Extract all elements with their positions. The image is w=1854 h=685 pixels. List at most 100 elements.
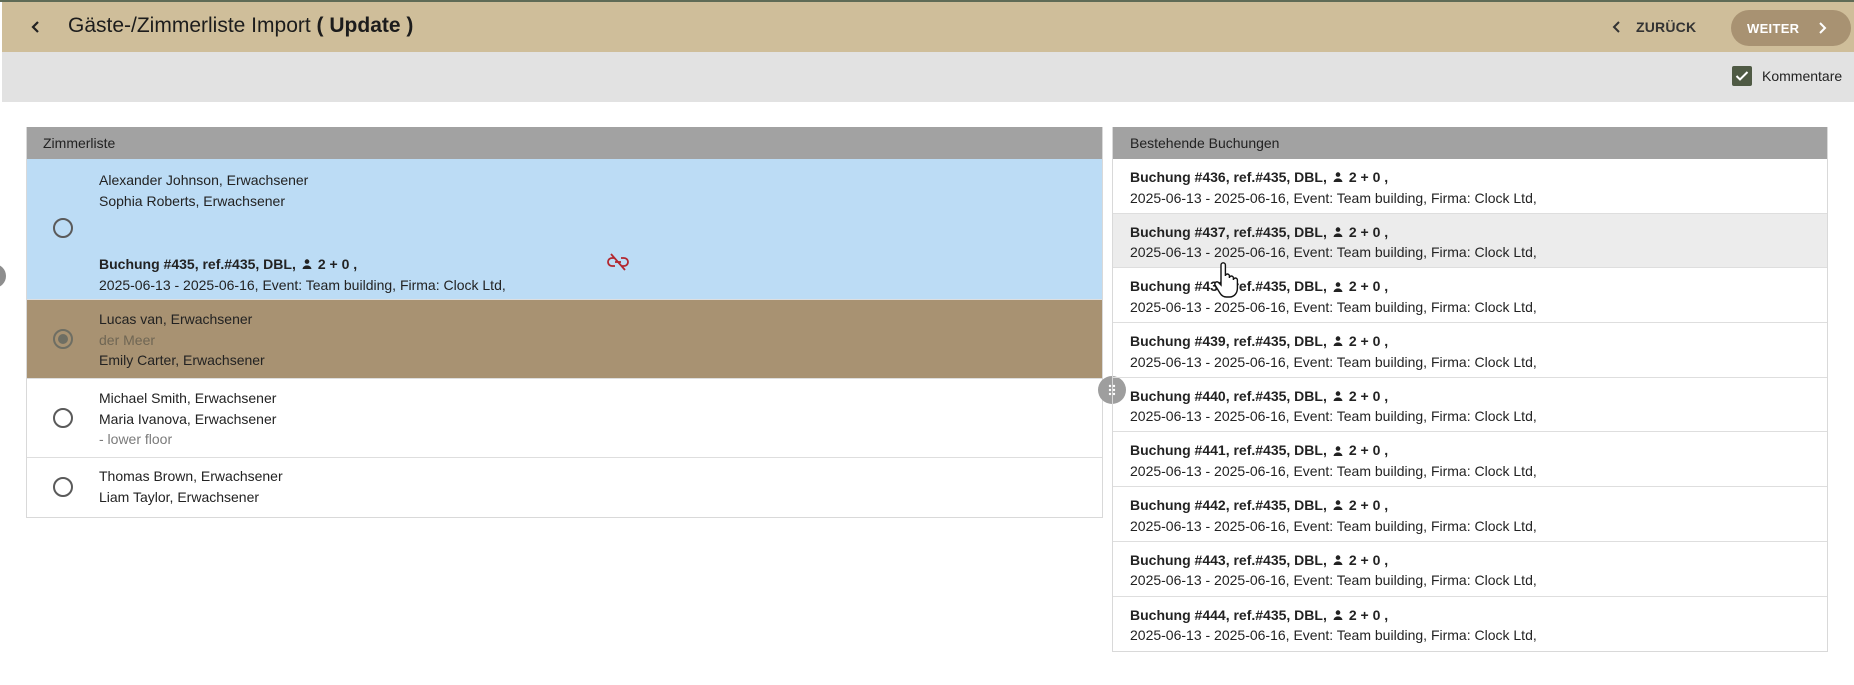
booking-title: Buchung #441, ref.#435, DBL, — [1130, 442, 1327, 459]
booking-details: 2025-06-13 - 2025-06-16, Event: Team bui… — [1130, 189, 1537, 206]
booking-pax: 2 + 0 , — [1348, 497, 1389, 514]
room-guests: Michael Smith, Erwachsener Maria Ivanova… — [27, 379, 1102, 450]
booking-row-title: Buchung #438, ref.#435, DBL, 2 + 0 , — [1130, 276, 1827, 297]
person-icon — [1333, 281, 1343, 292]
booking-row-title: Buchung #440, ref.#435, DBL, 2 + 0 , — [1130, 386, 1827, 407]
booking-row[interactable]: Buchung #439, ref.#435, DBL, 2 + 0 , 2025-… — [1113, 323, 1827, 378]
guest-name-continuation: der Meer — [99, 331, 156, 348]
booking-title: Buchung #437, ref.#435, DBL, — [1130, 223, 1327, 240]
guest-name: Maria Ivanova, Erwachsener — [99, 410, 277, 427]
back-button-label: ZURÜCK — [1636, 19, 1697, 35]
booking-pax: 2 + 0 , — [1348, 551, 1389, 568]
booking-title: Buchung #440, ref.#435, DBL, — [1130, 387, 1327, 404]
booking-pax: 2 + 0 , — [1348, 606, 1389, 623]
room-radio[interactable] — [53, 408, 73, 428]
back-button[interactable]: ZURÜCK — [1612, 14, 1696, 40]
booking-details: 2025-06-13 - 2025-06-16, Event: Team bui… — [99, 276, 506, 293]
page-title: Gäste-/Zimmerliste Import ( Update ) — [68, 14, 413, 38]
booking-pax: 2 + 0 , — [1348, 387, 1389, 404]
bookings-panel: Bestehende Buchungen Buchung #436, ref.#… — [1112, 127, 1828, 653]
booking-row[interactable]: Buchung #444, ref.#435, DBL, 2 + 0 , 2025-… — [1113, 597, 1827, 652]
page-title-text: Gäste-/Zimmerliste Import — [68, 14, 311, 37]
room-row[interactable]: Michael Smith, Erwachsener Maria Ivanova… — [27, 379, 1102, 458]
room-comment: - lower floor — [99, 431, 173, 447]
guest-name: Alexander Johnson, Erwachsener — [99, 172, 309, 188]
booking-details: 2025-06-13 - 2025-06-16, Event: Team bui… — [1130, 572, 1537, 589]
booking-row-title: Buchung #442, ref.#435, DBL, 2 + 0 , — [1130, 495, 1827, 516]
guest-name: Thomas Brown, Erwachsener — [99, 468, 283, 484]
guest-name: Liam Taylor, Erwachsener — [99, 488, 260, 505]
booking-details: 2025-06-13 - 2025-06-16, Event: Team bui… — [1130, 517, 1537, 534]
room-radio[interactable] — [53, 218, 73, 238]
booking-row-title: Buchung #443, ref.#435, DBL, 2 + 0 , — [1130, 550, 1827, 571]
room-guests: Thomas Brown, Erwachsener Liam Taylor, E… — [27, 458, 1102, 507]
booking-row-title: Buchung #441, ref.#435, DBL, 2 + 0 , — [1130, 440, 1827, 461]
guest-name: Michael Smith, Erwachsener — [99, 390, 277, 406]
booking-title: Buchung #435, ref.#435, DBL, — [99, 256, 296, 272]
comments-checkbox[interactable] — [1732, 66, 1752, 86]
person-icon — [1333, 610, 1343, 620]
side-tab-handle[interactable] — [0, 264, 6, 288]
room-radio-checked[interactable] — [53, 329, 73, 349]
bookings-header: Bestehende Buchungen — [1113, 127, 1827, 159]
room-list-header: Zimmerliste — [27, 127, 1102, 159]
booking-pax: 2 + 0 , — [1348, 278, 1389, 295]
checkmark-icon — [1735, 71, 1749, 81]
guest-name: Sophia Roberts, Erwachsener — [99, 192, 285, 209]
comments-label: Kommentare — [1762, 68, 1843, 84]
booking-row[interactable]: Buchung #440, ref.#435, DBL, 2 + 0 , 2025-… — [1113, 378, 1827, 433]
booking-row-title: Buchung #436, ref.#435, DBL, 2 + 0 , — [1130, 167, 1827, 188]
booking-pax: 2 + 0 , — [1348, 169, 1389, 185]
room-list-panel: Zimmerliste Alexander Johnson, Erwachsen… — [26, 127, 1103, 518]
app-header: Gäste-/Zimmerliste Import ( Update ) ZUR… — [2, 2, 1854, 52]
booking-row-title: Buchung #444, ref.#435, DBL, 2 + 0 , — [1130, 605, 1827, 626]
person-icon — [1333, 500, 1343, 511]
person-icon — [1333, 172, 1343, 183]
booking-row-title: Buchung #437, ref.#435, DBL, 2 + 0 , — [1130, 222, 1827, 243]
room-row-linked[interactable]: Alexander Johnson, Erwachsener Sophia Ro… — [27, 159, 1102, 300]
booking-row[interactable]: Buchung #438, ref.#435, DBL, 2 + 0 , 2025-… — [1113, 268, 1827, 324]
booking-title: Buchung #439, ref.#435, DBL, — [1130, 333, 1327, 350]
booking-title: Buchung #443, ref.#435, DBL, — [1130, 551, 1327, 568]
room-row[interactable]: Thomas Brown, Erwachsener Liam Taylor, E… — [27, 458, 1102, 517]
link-off-icon — [607, 253, 629, 271]
chevron-left-icon — [31, 21, 39, 33]
booking-row-title: Buchung #439, ref.#435, DBL, 2 + 0 , — [1130, 331, 1827, 352]
bookings-list: Buchung #436, ref.#435, DBL, 2 + 0 , 2025-… — [1113, 159, 1827, 651]
room-radio[interactable] — [53, 477, 73, 497]
booking-pax: 2 + 0 , — [1348, 223, 1389, 240]
booking-row[interactable]: Buchung #443, ref.#435, DBL, 2 + 0 , 2025-… — [1113, 542, 1827, 597]
room-guests: Lucas van, Erwachsener der Meer Emily Ca… — [27, 300, 1102, 371]
booking-title: Buchung #444, ref.#435, DBL, — [1130, 606, 1327, 623]
booking-details: 2025-06-13 - 2025-06-16, Event: Team bui… — [1130, 244, 1537, 261]
booking-title: Buchung #438, ref.#435, DBL, — [1130, 278, 1327, 295]
chevron-left-icon — [1612, 21, 1620, 33]
comments-toggle[interactable]: Kommentare — [1732, 66, 1842, 86]
booking-details: 2025-06-13 - 2025-06-16, Event: Team bui… — [1130, 353, 1537, 370]
booking-title: Buchung #436, ref.#435, DBL, — [1130, 169, 1327, 185]
chevron-right-icon — [1819, 22, 1827, 34]
next-button-label: WEITER — [1747, 20, 1800, 36]
person-icon — [302, 259, 312, 270]
unlink-button[interactable] — [607, 253, 629, 276]
guest-name: Lucas van, Erwachsener — [99, 311, 253, 327]
booking-row[interactable]: Buchung #442, ref.#435, DBL, 2 + 0 , 2025-… — [1113, 487, 1827, 542]
booking-row[interactable]: Buchung #436, ref.#435, DBL, 2 + 0 , 2025-… — [1113, 159, 1827, 214]
person-icon — [1333, 555, 1343, 566]
booking-details: 2025-06-13 - 2025-06-16, Event: Team bui… — [1130, 408, 1537, 425]
linked-booking: Buchung #435, ref.#435, DBL, 2 + 0 , 202… — [99, 254, 506, 295]
next-button[interactable]: WEITER — [1731, 10, 1851, 46]
page-title-mode: ( Update ) — [316, 14, 414, 37]
booking-details: 2025-06-13 - 2025-06-16, Event: Team bui… — [1130, 627, 1537, 643]
booking-details: 2025-06-13 - 2025-06-16, Event: Team bui… — [1130, 462, 1537, 479]
header-back-button[interactable] — [24, 15, 48, 39]
guest-name: Emily Carter, Erwachsener — [99, 352, 265, 368]
booking-details: 2025-06-13 - 2025-06-16, Event: Team bui… — [1130, 298, 1537, 315]
booking-row[interactable]: Buchung #437, ref.#435, DBL, 2 + 0 , 2025-… — [1113, 213, 1827, 269]
booking-pax: 2 + 0 , — [1348, 333, 1389, 350]
person-icon — [1333, 391, 1343, 401]
room-row-selected[interactable]: Lucas van, Erwachsener der Meer Emily Ca… — [27, 300, 1102, 379]
booking-pax: 2 + 0 , — [317, 256, 358, 272]
person-icon — [1333, 227, 1343, 237]
booking-row[interactable]: Buchung #441, ref.#435, DBL, 2 + 0 , 2025-… — [1113, 432, 1827, 488]
